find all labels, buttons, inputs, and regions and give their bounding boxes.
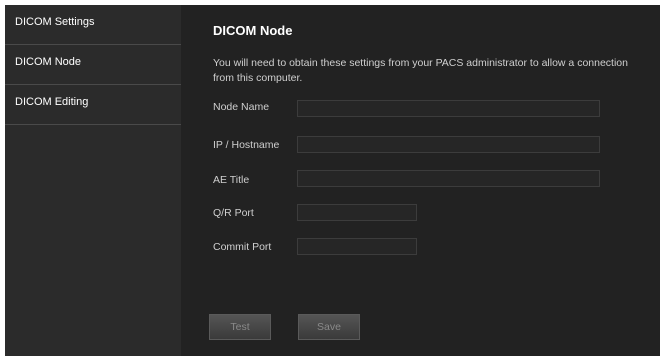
- commit-port-label: Commit Port: [213, 241, 272, 253]
- sidebar-item-dicom-settings[interactable]: DICOM Settings: [5, 5, 181, 45]
- save-button[interactable]: Save: [298, 314, 360, 340]
- sidebar-item-dicom-editing[interactable]: DICOM Editing: [5, 85, 181, 125]
- sidebar-item-label: DICOM Settings: [15, 16, 95, 28]
- qr-port-label: Q/R Port: [213, 207, 254, 219]
- settings-window: DICOM Settings DICOM Node DICOM Editing …: [5, 5, 660, 356]
- main-panel: DICOM Node You will need to obtain these…: [181, 5, 660, 356]
- sidebar-item-dicom-node[interactable]: DICOM Node: [5, 45, 181, 85]
- page-description: You will need to obtain these settings f…: [213, 57, 628, 84]
- node-name-input[interactable]: [297, 100, 600, 117]
- test-button[interactable]: Test: [209, 314, 271, 340]
- sidebar: DICOM Settings DICOM Node DICOM Editing: [5, 5, 181, 356]
- qr-port-input[interactable]: [297, 204, 417, 221]
- ip-hostname-label: IP / Hostname: [213, 139, 280, 151]
- commit-port-input[interactable]: [297, 238, 417, 255]
- sidebar-item-label: DICOM Node: [15, 56, 82, 68]
- ae-title-label: AE Title: [213, 174, 250, 186]
- ip-hostname-input[interactable]: [297, 136, 600, 153]
- node-name-label: Node Name: [213, 101, 270, 113]
- sidebar-item-label: DICOM Editing: [15, 96, 89, 108]
- ae-title-input[interactable]: [297, 170, 600, 187]
- page-title: DICOM Node: [213, 23, 293, 38]
